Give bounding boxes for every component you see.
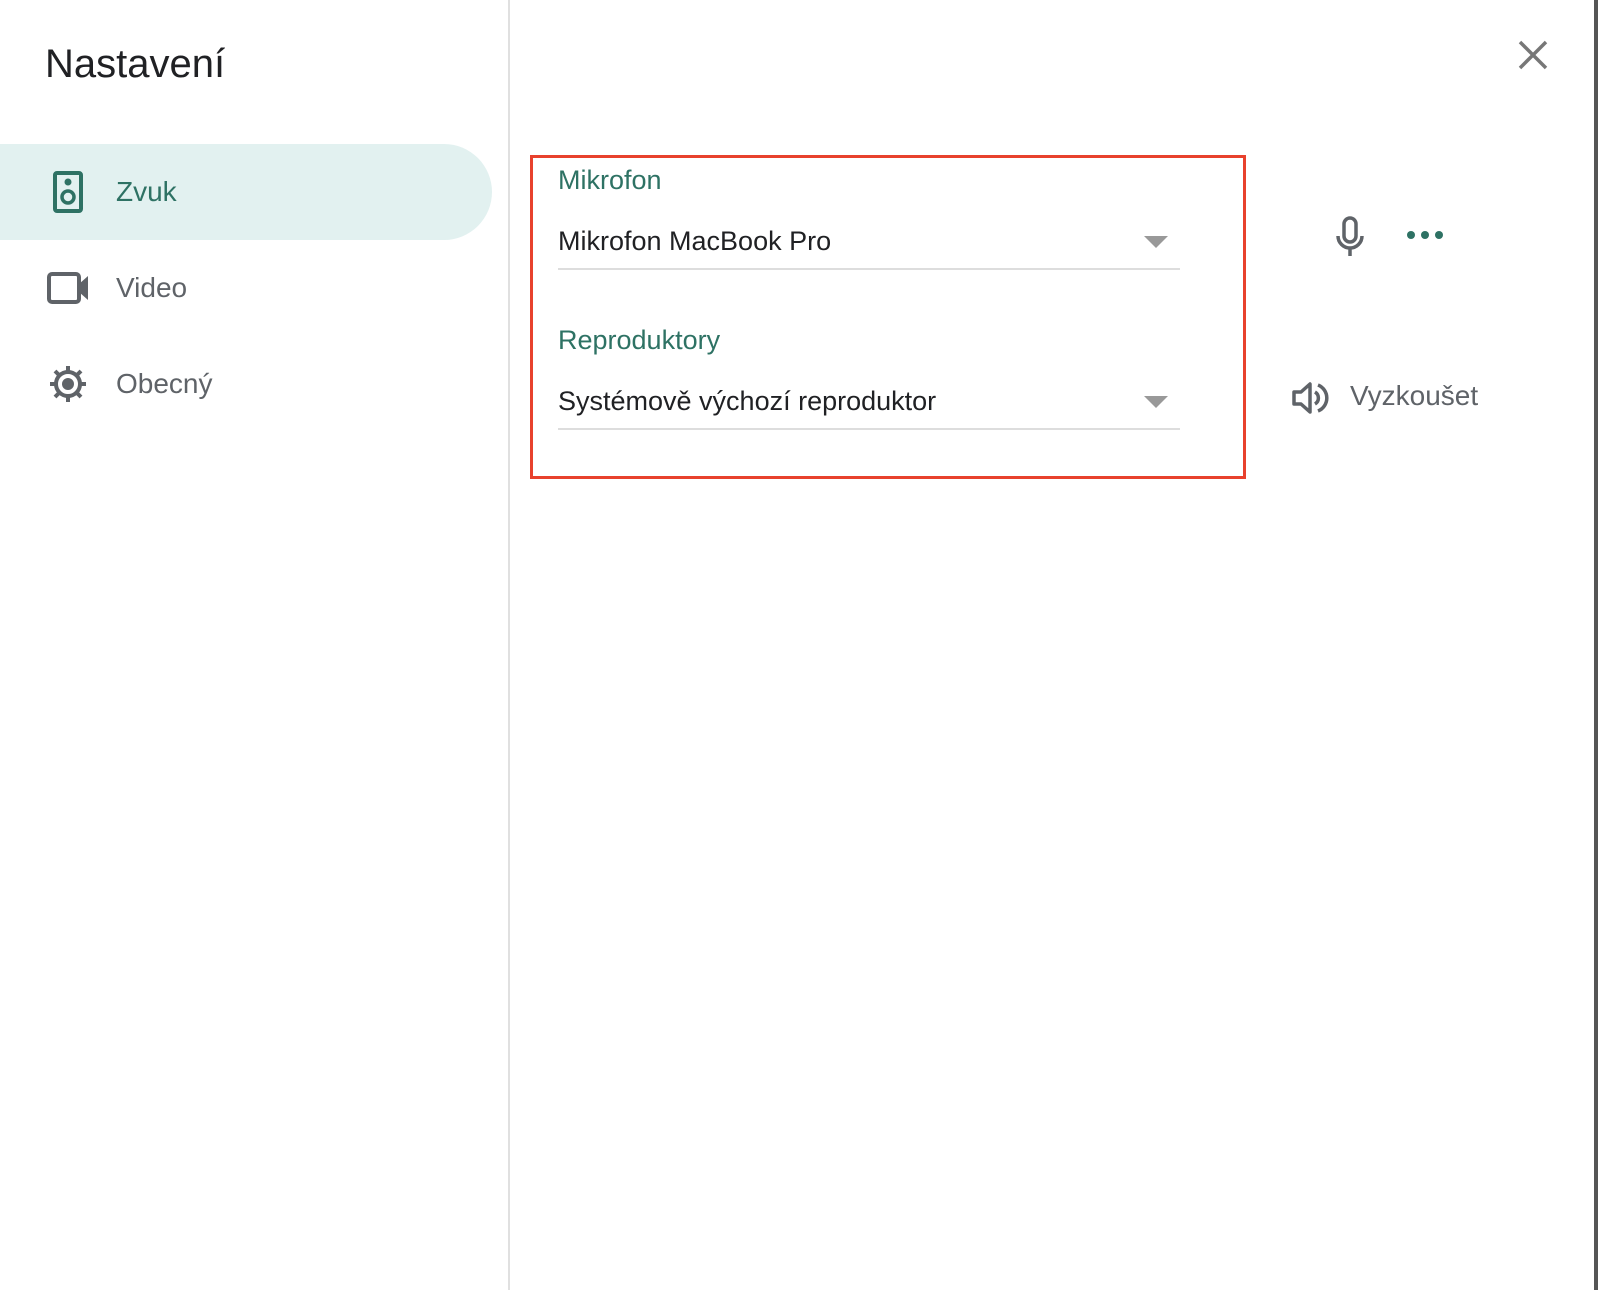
- speakers-label: Reproduktory: [558, 325, 721, 355]
- microphone-icon: [1336, 216, 1364, 256]
- sidebar-item-zvuk[interactable]: Zvuk: [0, 144, 492, 240]
- microphone-label: Mikrofon: [558, 165, 662, 195]
- window-border: [1594, 0, 1598, 1290]
- videocam-icon: [47, 272, 88, 304]
- speaker-icon: [53, 171, 83, 213]
- dropdown-arrow-icon: [1144, 236, 1168, 248]
- test-speakers-button[interactable]: Vyzkoušet: [1290, 376, 1500, 420]
- microphone-select[interactable]: Mikrofon MacBook Pro: [558, 220, 1180, 270]
- more-horiz-icon: [1407, 231, 1443, 239]
- sidebar-item-video[interactable]: Video: [0, 240, 492, 336]
- sidebar-item-obecny[interactable]: Obecný: [0, 336, 492, 432]
- dropdown-arrow-icon: [1144, 396, 1168, 408]
- microphone-value: Mikrofon MacBook Pro: [558, 226, 832, 256]
- microphone-test-button[interactable]: [1334, 216, 1366, 258]
- speakers-select[interactable]: Systémově výchozí reproduktor: [558, 380, 1180, 430]
- test-label: Vyzkoušet: [1350, 380, 1479, 411]
- more-options-button[interactable]: [1406, 228, 1444, 242]
- sidebar-item-label: Obecný: [116, 368, 213, 399]
- close-icon: [1518, 40, 1548, 70]
- page-title: Nastavení: [45, 42, 226, 86]
- volume-icon: [1292, 382, 1329, 414]
- gear-icon: [50, 366, 86, 402]
- audio-highlight-box: [530, 155, 1246, 479]
- sidebar-item-label: Video: [116, 272, 188, 303]
- close-button[interactable]: [1516, 38, 1550, 72]
- sidebar-divider: [508, 0, 510, 1290]
- speakers-value: Systémově výchozí reproduktor: [558, 386, 937, 416]
- sidebar-item-label: Zvuk: [116, 176, 177, 207]
